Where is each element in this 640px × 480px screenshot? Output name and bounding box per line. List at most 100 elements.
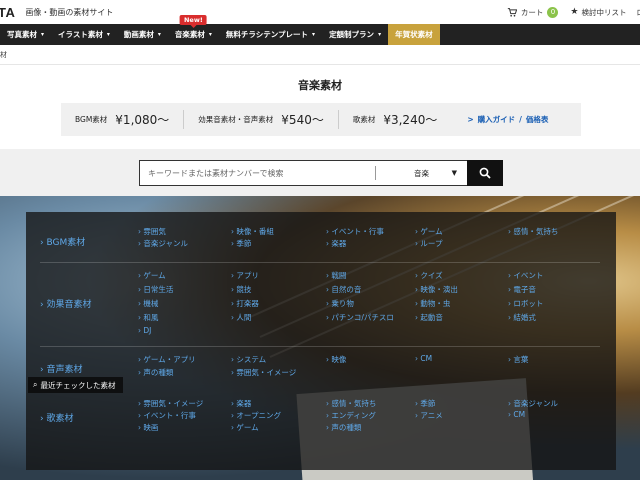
category-link[interactable]: アプリ <box>231 270 259 281</box>
category-link[interactable]: 起動音 <box>415 312 443 323</box>
category-link[interactable]: 映画 <box>138 422 158 433</box>
category-link[interactable]: イベント <box>508 270 543 281</box>
category-link[interactable]: システム <box>231 354 266 365</box>
breadcrumb[interactable]: 材 <box>0 45 640 65</box>
category-link[interactable]: 感情・気持ち <box>508 226 558 237</box>
chevron-down-icon: ▼ <box>451 169 457 177</box>
nav-item-photo[interactable]: 写真素材 ▾ <box>0 24 51 45</box>
price-bgm: BGM素材 ¥1,080〜 <box>61 110 185 129</box>
recent-items-button[interactable]: ⌕ 最近チェックした素材 <box>28 377 124 393</box>
category-link[interactable]: 映像・演出 <box>415 284 458 295</box>
category-link[interactable]: エンディング <box>326 410 375 421</box>
category-link[interactable]: イベント・行事 <box>138 410 196 421</box>
guide-separator: / <box>519 115 522 124</box>
category-link[interactable]: ロボット <box>508 298 543 309</box>
price-value: ¥1,080〜 <box>115 113 170 127</box>
category-link[interactable]: 季節 <box>231 238 251 249</box>
search-box: 音楽 ▼ <box>139 160 503 186</box>
chevron-down-icon: ▾ <box>41 31 45 38</box>
cart-count-badge: 0 <box>547 6 559 18</box>
category-select[interactable]: 音楽 ▼ <box>376 161 467 185</box>
nav-item-label: 無料チラシテンプレート <box>225 30 309 39</box>
chevron-right-icon: > <box>467 115 474 124</box>
category-link[interactable]: ゲーム <box>415 226 442 237</box>
category-link[interactable]: 打楽器 <box>231 298 259 309</box>
category-link[interactable]: 雰囲気・イメージ <box>231 367 296 378</box>
topbar-actions: カート 0 ★ 検討中リスト ロ <box>507 0 640 24</box>
cart-label: カート <box>520 7 544 17</box>
category-link[interactable]: DJ <box>138 326 151 335</box>
category-link[interactable]: CM <box>508 410 525 419</box>
nav-item-illust[interactable]: イラスト素材 ▾ <box>51 24 117 45</box>
category-link[interactable]: イベント・行事 <box>326 226 384 237</box>
category-link[interactable]: 感情・気持ち <box>326 398 376 409</box>
category-link[interactable]: 楽器 <box>326 238 346 249</box>
search-button[interactable] <box>467 160 503 186</box>
category-link[interactable]: ゲーム <box>231 422 258 433</box>
category-link[interactable]: 機械 <box>138 298 158 309</box>
category-link[interactable]: 和風 <box>138 312 158 323</box>
guide-links: > 購入ガイド / 価格表 <box>451 114 548 125</box>
nav-item-plan[interactable]: 定額制プラン ▾ <box>322 24 388 45</box>
chevron-down-icon: ▾ <box>208 31 212 38</box>
nav-item-flyer[interactable]: 無料チラシテンプレート ▾ <box>219 24 322 45</box>
category-link[interactable]: 言葉 <box>508 354 528 365</box>
category-link[interactable]: クイズ <box>415 270 442 281</box>
search-icon: ⌕ <box>33 380 38 389</box>
category-row-song: 歌素材 雰囲気・イメージ 楽器 感情・気持ち 季節 音楽ジャンル イベント・行事… <box>26 398 616 442</box>
category-link[interactable]: 音楽ジャンル <box>138 238 188 249</box>
nav-item-newyear[interactable]: 年賀状素材 <box>388 24 440 45</box>
row-divider <box>40 262 600 263</box>
category-link[interactable]: 電子音 <box>508 284 536 295</box>
category-link[interactable]: 映像 <box>326 354 346 365</box>
category-link[interactable]: 声の種類 <box>138 367 173 378</box>
recent-items-label: 最近チェックした素材 <box>40 380 116 390</box>
nav-item-video[interactable]: 動画素材 ▾ <box>117 24 168 45</box>
price-value: ¥540〜 <box>281 113 324 127</box>
category-link[interactable]: 音楽ジャンル <box>508 398 558 409</box>
top-bar: TA 画像・動画の素材サイト カート 0 ★ 検討中リスト ロ <box>0 0 640 24</box>
nav-item-music[interactable]: New! 音楽素材 ▾ <box>168 15 219 45</box>
category-link[interactable]: オープニング <box>231 410 281 421</box>
category-link[interactable]: 動物・虫 <box>415 298 450 309</box>
category-link[interactable]: 競技 <box>231 284 251 295</box>
star-icon: ★ <box>570 7 579 17</box>
category-link[interactable]: 雰囲気・イメージ <box>138 398 203 409</box>
title-area: 音楽素材 BGM素材 ¥1,080〜 効果音素材・音声素材 ¥540〜 歌素材 ¥3,… <box>0 65 640 149</box>
category-link[interactable]: アニメ <box>415 410 442 421</box>
search-band: 音楽 ▼ <box>0 149 640 197</box>
category-name[interactable]: 効果音素材 <box>40 297 91 310</box>
category-link[interactable]: CM <box>415 354 432 363</box>
wishlist-link[interactable]: ★ 検討中リスト <box>570 7 626 18</box>
category-link[interactable]: 雰囲気 <box>138 226 166 237</box>
site-logo[interactable]: TA <box>0 5 15 20</box>
category-link[interactable]: ゲーム <box>138 270 165 281</box>
category-link[interactable]: 自然の音 <box>326 284 361 295</box>
category-link[interactable]: 声の種類 <box>326 422 361 433</box>
category-link[interactable]: 楽器 <box>231 398 251 409</box>
cart-link[interactable]: カート 0 <box>507 6 559 18</box>
category-name[interactable]: 歌素材 <box>40 411 73 424</box>
chevron-down-icon: ▾ <box>157 31 161 38</box>
category-name[interactable]: 音声素材 <box>40 362 82 375</box>
search-input[interactable] <box>140 161 375 185</box>
header-more[interactable]: ロ <box>637 7 640 18</box>
category-panel: BGM素材 雰囲気 映像・番組 イベント・行事 ゲーム 感情・気持ち 音楽ジャン… <box>26 212 616 470</box>
nav-item-label: 写真素材 <box>7 30 37 39</box>
category-link[interactable]: ゲーム・アプリ <box>138 354 195 365</box>
category-name[interactable]: BGM素材 <box>40 235 85 248</box>
category-select-value: 音楽 <box>414 168 429 178</box>
category-link[interactable]: ループ <box>415 238 442 249</box>
category-link[interactable]: 映像・番組 <box>231 226 274 237</box>
category-link[interactable]: 人間 <box>231 312 251 323</box>
category-link[interactable]: パチンコ/パチスロ <box>326 312 394 323</box>
price-label: 歌素材 <box>352 115 376 124</box>
category-link[interactable]: 乗り物 <box>326 298 354 309</box>
category-link[interactable]: 戦闘 <box>326 270 346 281</box>
category-link[interactable]: 季節 <box>415 398 435 409</box>
category-link[interactable]: 日常生活 <box>138 284 173 295</box>
row-divider <box>40 346 600 347</box>
category-link[interactable]: 結婚式 <box>508 312 536 323</box>
price-table-link[interactable]: 価格表 <box>526 114 549 125</box>
purchase-guide-link[interactable]: 購入ガイド <box>478 114 516 125</box>
